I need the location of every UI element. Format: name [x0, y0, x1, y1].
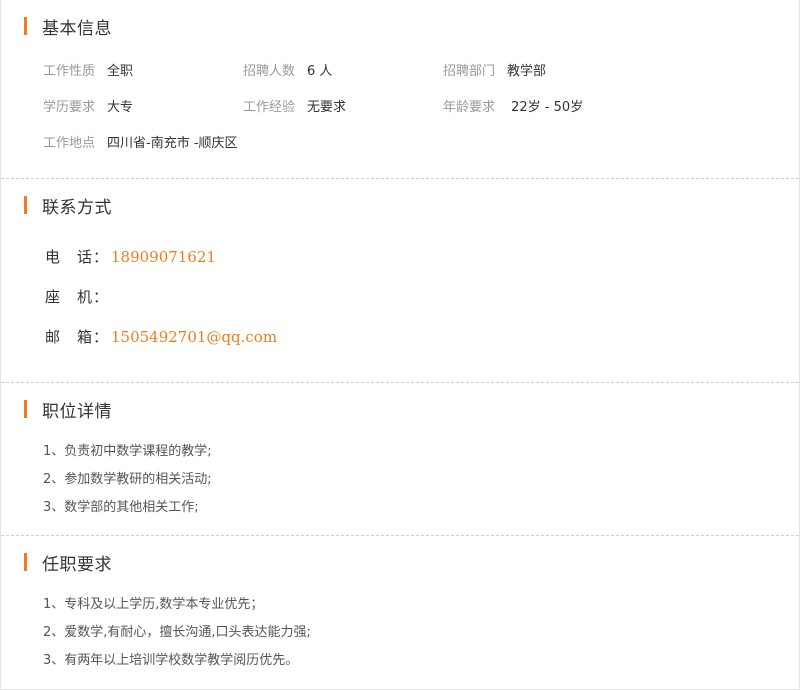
location-field: 工作地点 四川省-南充市 -顺庆区: [43, 134, 238, 154]
experience-label: 工作经验: [243, 100, 296, 115]
job-detail-section: 职位详情 1、负责初中数学课程的教学; 2、参加数学教研的相关活动; 3、数学部…: [1, 383, 799, 536]
section-accent-bar: [24, 196, 27, 214]
requirements-section: 任职要求 1、专科及以上学历,数学本专业优先； 2、爱数学,有耐心，擅长沟通,口…: [1, 536, 799, 690]
phone-value[interactable]: 18909071621: [111, 247, 216, 267]
list-item: 2、参加数学教研的相关活动;: [43, 472, 212, 487]
job-detail-page: 基本信息 工作性质 全职 招聘人数 6 人 招聘部门 教学部 学历要求 大专 工作经: [0, 0, 800, 690]
list-item: 3、数学部的其他相关工作;: [43, 500, 199, 515]
age-field: 年龄要求 22岁 - 50岁: [443, 98, 583, 118]
landline-row: 座 机：: [45, 287, 277, 327]
info-row: 工作地点 四川省-南充市 -顺庆区: [43, 134, 783, 170]
education-label: 学历要求: [43, 100, 96, 115]
basic-info-grid: 工作性质 全职 招聘人数 6 人 招聘部门 教学部 学历要求 大专 工作经验 无要求 年龄…: [43, 62, 783, 170]
list-item: 1、负责初中数学课程的教学;: [43, 444, 212, 459]
info-row: 工作性质 全职 招聘人数 6 人 招聘部门 教学部: [43, 62, 783, 98]
headcount-field: 招聘人数 6 人: [243, 62, 332, 82]
phone-label: 电 话：: [45, 248, 110, 266]
section-accent-bar: [24, 553, 27, 571]
experience-field: 工作经验 无要求: [243, 98, 346, 118]
age-value: 22岁 - 50岁: [507, 100, 584, 115]
list-item: 1、专科及以上学历,数学本专业优先；: [43, 597, 264, 612]
headcount-value: 6 人: [307, 64, 333, 79]
email-label: 邮 箱：: [45, 328, 110, 346]
requirements-header: 任职要求: [24, 549, 799, 575]
section-accent-bar: [24, 400, 27, 418]
info-row: 学历要求 大专 工作经验 无要求 年龄要求 22岁 - 50岁: [43, 98, 783, 134]
job-detail-header: 职位详情: [24, 396, 799, 422]
job-type-value: 全职: [107, 64, 134, 79]
department-label: 招聘部门: [443, 64, 496, 79]
location-label: 工作地点: [43, 136, 96, 151]
requirements-title: 任职要求: [42, 554, 112, 575]
email-row: 邮 箱： 1505492701@qq.com: [45, 327, 277, 367]
basic-info-section: 基本信息 工作性质 全职 招聘人数 6 人 招聘部门 教学部 学历要求 大专 工作经: [1, 0, 799, 179]
contact-list: 电 话： 18909071621 座 机： 邮 箱： 1505492701@qq…: [45, 247, 277, 367]
list-item: 3、有两年以上培训学校数学教学阅历优先。: [43, 653, 299, 668]
education-value: 大专: [107, 100, 134, 115]
job-type-label: 工作性质: [43, 64, 96, 79]
email-value[interactable]: 1505492701@qq.com: [111, 327, 277, 347]
department-value: 教学部: [507, 64, 547, 79]
location-value: 四川省-南充市 -顺庆区: [107, 136, 238, 151]
job-detail-title: 职位详情: [42, 401, 112, 422]
headcount-label: 招聘人数: [243, 64, 296, 79]
department-field: 招聘部门 教学部: [443, 62, 546, 82]
contact-title: 联系方式: [42, 197, 112, 218]
phone-row: 电 话： 18909071621: [45, 247, 277, 287]
contact-section: 联系方式 电 话： 18909071621 座 机： 邮 箱： 15054927…: [1, 179, 799, 383]
section-accent-bar: [24, 17, 27, 35]
job-detail-list: 1、负责初中数学课程的教学; 2、参加数学教研的相关活动; 3、数学部的其他相关…: [43, 442, 212, 526]
basic-info-header: 基本信息: [24, 13, 799, 39]
landline-label: 座 机：: [45, 288, 110, 306]
basic-info-title: 基本信息: [42, 18, 112, 39]
age-label: 年龄要求: [443, 100, 496, 115]
list-item: 2、爱数学,有耐心，擅长沟通,口头表达能力强;: [43, 625, 311, 640]
education-field: 学历要求 大专: [43, 98, 133, 118]
experience-value: 无要求: [307, 100, 347, 115]
requirements-list: 1、专科及以上学历,数学本专业优先； 2、爱数学,有耐心，擅长沟通,口头表达能力…: [43, 595, 311, 679]
job-type-field: 工作性质 全职: [43, 62, 133, 82]
contact-header: 联系方式: [24, 192, 799, 218]
